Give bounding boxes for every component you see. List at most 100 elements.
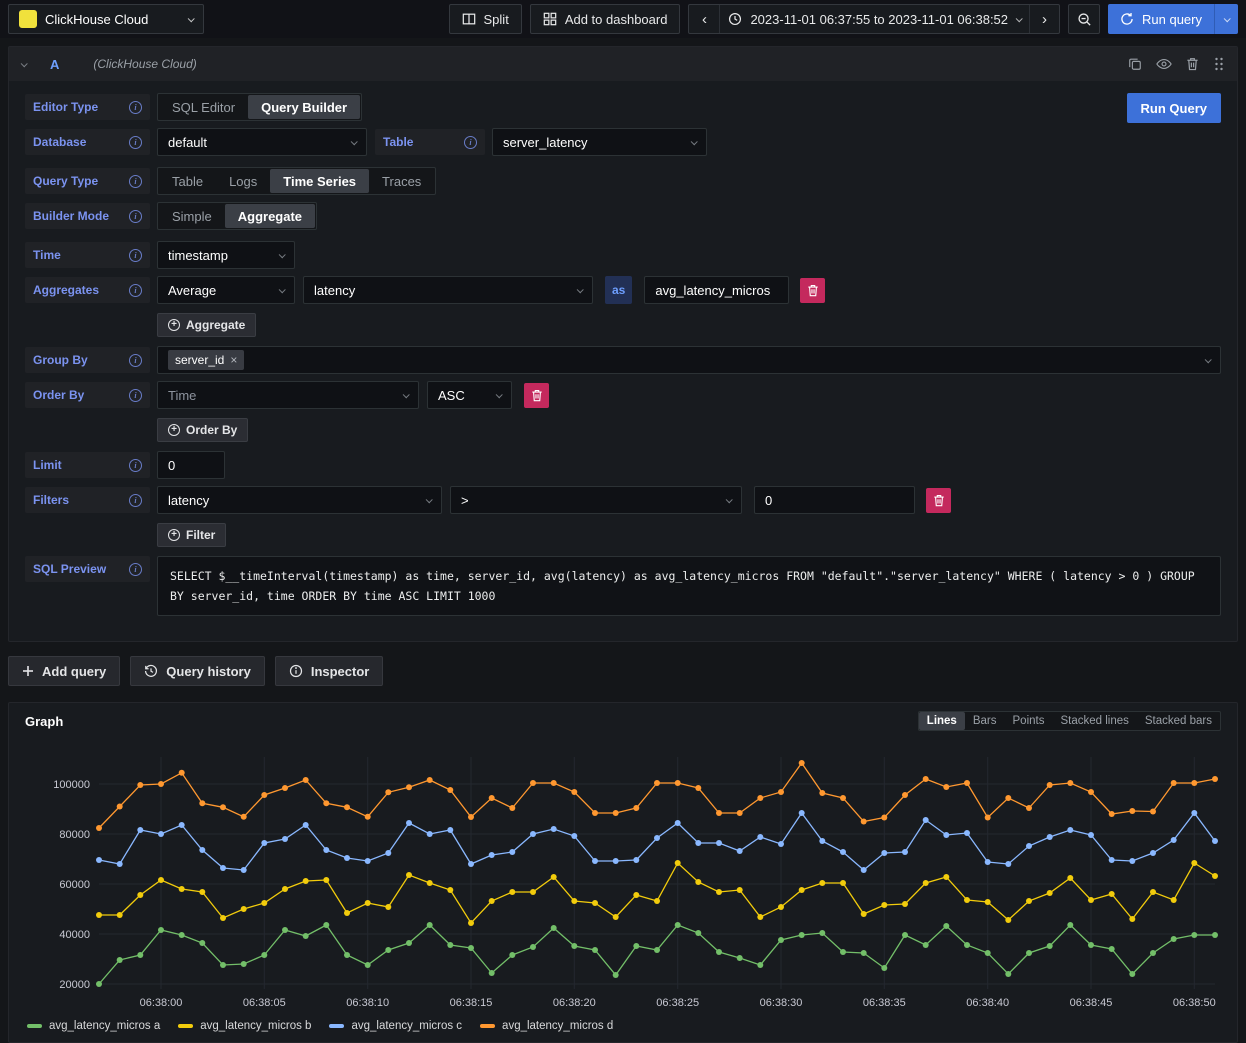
run-query-label: Run query	[1142, 12, 1202, 27]
database-select[interactable]: default	[157, 128, 367, 156]
info-icon[interactable]	[129, 459, 142, 472]
zoom-out-group	[1068, 4, 1100, 34]
zoom-out-button[interactable]	[1069, 5, 1099, 33]
run-query-inner-button[interactable]: Run Query	[1127, 93, 1221, 123]
chevron-down-icon	[188, 15, 195, 22]
remove-aggregate-button[interactable]	[800, 278, 825, 303]
query-history-button[interactable]: Query history	[130, 656, 265, 686]
hide-query-eye-icon[interactable]	[1156, 57, 1172, 71]
chevron-down-icon	[1224, 15, 1231, 22]
info-icon[interactable]	[129, 210, 142, 223]
query-type-option-logs[interactable]: Logs	[216, 169, 270, 193]
builder-mode-option-simple[interactable]: Simple	[159, 204, 225, 228]
series-d-swatch-icon	[480, 1024, 495, 1028]
timeseries-chart[interactable]: 2000040000600008000010000006:38:0006:38:…	[25, 741, 1223, 1013]
graph-mode-stacked-lines[interactable]: Stacked lines	[1052, 712, 1136, 730]
table-select[interactable]: server_latency	[492, 128, 707, 156]
editor-type-option-query-builder[interactable]: Query Builder	[248, 95, 360, 119]
add-order-by-button[interactable]: Order By	[157, 418, 248, 442]
add-to-dashboard-button[interactable]: Add to dashboard	[530, 4, 681, 34]
run-query-button[interactable]: Run query	[1108, 4, 1214, 34]
time-column-select[interactable]: timestamp	[157, 241, 295, 269]
info-icon[interactable]	[129, 136, 142, 149]
collapse-chevron-icon[interactable]	[21, 60, 28, 67]
chevron-down-icon	[577, 286, 584, 293]
filter-field-select[interactable]: latency	[157, 486, 442, 514]
info-icon[interactable]	[129, 494, 142, 507]
legend-item-series-b[interactable]: avg_latency_micros b	[178, 1020, 311, 1032]
svg-text:100000: 100000	[53, 779, 90, 791]
svg-text:60000: 60000	[59, 879, 90, 891]
query-type-label: Query Type	[25, 168, 150, 194]
remove-order-by-button[interactable]	[524, 383, 549, 408]
remove-chip-icon[interactable]: ×	[230, 353, 237, 367]
delete-query-trash-icon[interactable]	[1186, 57, 1199, 71]
svg-text:06:38:40: 06:38:40	[966, 997, 1009, 1009]
aggregate-column-select[interactable]: latency	[303, 276, 593, 304]
filter-operator-select[interactable]: >	[450, 486, 742, 514]
series-b-swatch-icon	[178, 1024, 193, 1028]
svg-text:06:38:45: 06:38:45	[1070, 997, 1113, 1009]
svg-text:06:38:20: 06:38:20	[553, 997, 596, 1009]
remove-filter-button[interactable]	[926, 488, 951, 513]
chevron-down-icon	[351, 138, 358, 145]
info-icon[interactable]	[129, 563, 142, 576]
add-filter-button[interactable]: Filter	[157, 523, 226, 547]
aggregate-function-select[interactable]: Average	[157, 276, 295, 304]
inspector-button[interactable]: Inspector	[275, 656, 384, 686]
drag-handle-icon[interactable]	[1213, 57, 1225, 71]
builder-mode-toggle: Simple Aggregate	[157, 202, 317, 230]
svg-text:06:38:50: 06:38:50	[1173, 997, 1216, 1009]
info-icon[interactable]	[129, 249, 142, 262]
time-back-button[interactable]: ‹	[689, 5, 719, 33]
graph-mode-points[interactable]: Points	[1005, 712, 1053, 730]
order-by-row: Order By Time ASC	[25, 381, 1221, 409]
query-type-option-table[interactable]: Table	[159, 169, 216, 193]
duplicate-query-icon[interactable]	[1128, 57, 1142, 71]
query-type-option-traces[interactable]: Traces	[369, 169, 434, 193]
order-by-label: Order By	[25, 382, 150, 408]
graph-style-toggle: Lines Bars Points Stacked lines Stacked …	[918, 711, 1221, 731]
time-row: Time timestamp	[25, 241, 1221, 269]
info-icon[interactable]	[129, 389, 142, 402]
info-icon[interactable]	[464, 136, 477, 149]
time-range-picker[interactable]: 2023-11-01 06:37:55 to 2023-11-01 06:38:…	[719, 5, 1029, 33]
add-query-button[interactable]: Add query	[8, 656, 120, 686]
builder-mode-option-aggregate[interactable]: Aggregate	[225, 204, 315, 228]
limit-input[interactable]	[157, 451, 225, 479]
svg-text:06:38:10: 06:38:10	[346, 997, 389, 1009]
datasource-picker[interactable]: ClickHouse Cloud	[8, 4, 204, 34]
info-icon[interactable]	[129, 175, 142, 188]
as-label: as	[605, 276, 632, 304]
aggregate-alias-input[interactable]	[644, 276, 789, 304]
info-icon[interactable]	[129, 101, 142, 114]
time-forward-button[interactable]: ›	[1029, 5, 1059, 33]
legend-item-series-d[interactable]: avg_latency_micros d	[480, 1020, 613, 1032]
svg-text:06:38:30: 06:38:30	[760, 997, 803, 1009]
graph-mode-stacked-bars[interactable]: Stacked bars	[1137, 712, 1220, 730]
query-ref-id[interactable]: A	[50, 57, 59, 72]
order-by-field-select[interactable]: Time	[157, 381, 419, 409]
info-icon[interactable]	[129, 354, 142, 367]
svg-text:06:38:05: 06:38:05	[243, 997, 286, 1009]
split-button[interactable]: Split	[449, 4, 522, 34]
filter-value-input[interactable]	[754, 486, 915, 514]
order-by-direction-select[interactable]: ASC	[427, 381, 512, 409]
legend-item-series-a[interactable]: avg_latency_micros a	[27, 1020, 160, 1032]
legend-item-series-c[interactable]: avg_latency_micros c	[329, 1020, 462, 1032]
run-query-split-button: Run query	[1108, 4, 1238, 34]
editor-type-option-sql-editor[interactable]: SQL Editor	[159, 95, 248, 119]
chevron-down-icon	[1205, 356, 1212, 363]
clickhouse-logo-icon	[19, 10, 37, 28]
graph-mode-bars[interactable]: Bars	[965, 712, 1005, 730]
query-type-option-time-series[interactable]: Time Series	[270, 169, 369, 193]
group-by-row: Group By server_id ×	[25, 346, 1221, 374]
add-aggregate-button[interactable]: Aggregate	[157, 313, 256, 337]
info-icon[interactable]	[129, 284, 142, 297]
svg-text:06:38:25: 06:38:25	[656, 997, 699, 1009]
graph-mode-lines[interactable]: Lines	[919, 712, 965, 730]
sql-preview-label: SQL Preview	[25, 556, 150, 582]
run-query-dropdown-button[interactable]	[1214, 4, 1238, 34]
top-toolbar: ClickHouse Cloud Split Add to dashboard …	[0, 0, 1246, 38]
group-by-multiselect[interactable]: server_id ×	[157, 346, 1221, 374]
